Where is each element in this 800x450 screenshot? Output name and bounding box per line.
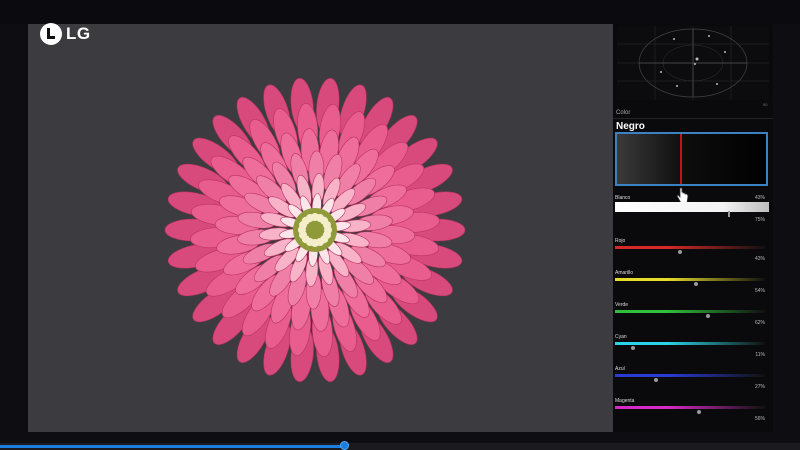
slider-track[interactable] — [615, 310, 765, 313]
slider-track[interactable] — [615, 406, 765, 409]
logo-text: LG — [66, 24, 91, 43]
slider-label: Rojo — [615, 238, 626, 244]
slider-knob[interactable] — [694, 282, 698, 286]
blanco-knob[interactable] — [728, 211, 730, 217]
blanco-label: Blanco — [615, 195, 631, 201]
panel-divider — [613, 118, 773, 119]
slider-rojo[interactable]: Rojo 43% — [615, 238, 769, 266]
color-panel: 50 Color Negro Blanco 43% 75% Rojo 43% Ama… — [613, 24, 773, 432]
slider-percent: 62% — [754, 320, 765, 326]
gradient-marker[interactable] — [680, 134, 682, 184]
image-viewer — [28, 24, 613, 432]
slider-percent: 54% — [754, 288, 765, 294]
lg-logo-icon — [40, 23, 62, 45]
slider-amarillo[interactable]: Amarillo 54% — [615, 270, 769, 298]
slider-knob[interactable] — [678, 250, 682, 254]
panel-title: Color — [616, 110, 631, 116]
slider-label: Magenta — [615, 398, 635, 404]
slider-magenta[interactable]: Magenta 56% — [615, 398, 769, 426]
blanco-percent-bottom: 75% — [754, 217, 765, 223]
slider-percent: 11% — [755, 352, 765, 358]
slider-track[interactable] — [615, 278, 765, 281]
slider-track[interactable] — [615, 246, 765, 249]
selected-color-name: Negro — [616, 121, 645, 132]
slider-label: Azul — [615, 366, 625, 372]
slider-track[interactable] — [615, 374, 765, 377]
slider-knob[interactable] — [697, 410, 701, 414]
slider-label: Cyan — [615, 334, 627, 340]
slider-label: Amarillo — [615, 270, 634, 276]
slider-percent: 43% — [754, 256, 765, 262]
slider-label: Verde — [615, 302, 629, 308]
blanco-slider[interactable]: Blanco 43% 75% — [615, 195, 769, 227]
brand-logo: LG — [40, 22, 91, 46]
top-bar — [0, 0, 800, 24]
blanco-percent-top: 43% — [754, 195, 765, 201]
playback-progress — [0, 445, 344, 448]
slider-knob[interactable] — [631, 346, 635, 350]
slider-cyan[interactable]: Cyan 11% — [615, 334, 769, 362]
slider-track[interactable] — [615, 342, 765, 345]
flower-image — [164, 78, 466, 382]
slider-percent: 27% — [754, 384, 765, 390]
slider-azul[interactable]: Azul 27% — [615, 366, 769, 394]
slider-verde[interactable]: Verde 62% — [615, 302, 769, 330]
vectorscope — [617, 26, 769, 100]
playback-scrubber[interactable] — [340, 441, 349, 450]
blanco-track[interactable] — [615, 202, 769, 217]
slider-knob[interactable] — [706, 314, 710, 318]
playback-bar[interactable] — [0, 441, 800, 450]
scope-scale-label: 50 — [763, 102, 768, 107]
color-gradient-picker[interactable] — [615, 132, 768, 186]
slider-knob[interactable] — [654, 378, 658, 382]
slider-percent: 56% — [754, 416, 765, 422]
